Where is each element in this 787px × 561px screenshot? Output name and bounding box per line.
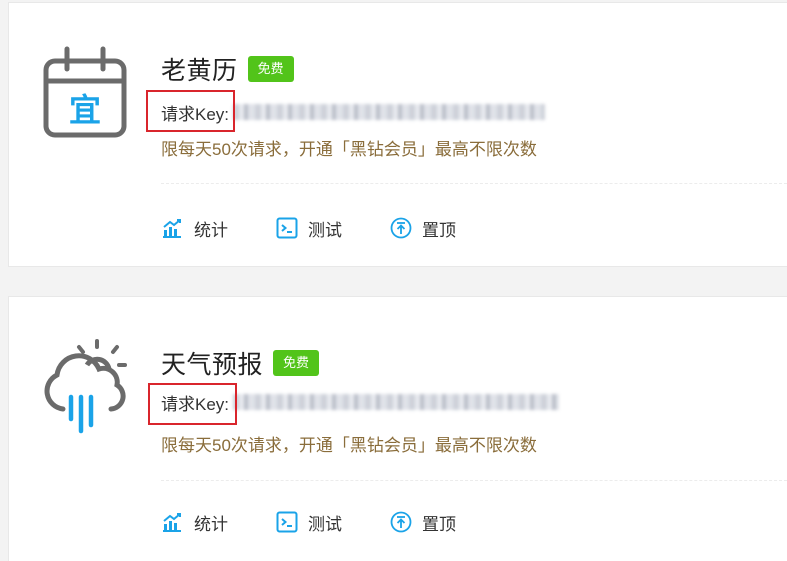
pin-top-arrow-icon: [390, 511, 412, 533]
request-key-row: 请求Key:: [161, 389, 560, 415]
api-actions: 统计 测试 置顶: [161, 215, 456, 241]
request-key-row: 请求Key:: [161, 99, 546, 125]
pin-label: 置顶: [422, 514, 456, 534]
api-title-row: 天气预报 免费: [161, 347, 320, 379]
request-key-label: 请求Key:: [161, 394, 230, 414]
limit-note: 限每天50次请求，开通「黑钻会员」最高不限次数: [161, 140, 537, 159]
api-title: 老黄历: [161, 57, 238, 85]
stats-chart-icon: [163, 513, 181, 532]
request-key-label: 请求Key:: [161, 104, 230, 124]
pin-top-arrow-icon: [390, 217, 412, 239]
api-card-almanac: 宜 老黄历 免费 请求Key: 限每天50次请求，开通「黑钻会员」最高不限次数: [8, 2, 787, 267]
test-label: 测试: [308, 220, 342, 240]
pin-to-top-button[interactable]: 置顶: [390, 216, 456, 241]
stats-button[interactable]: 统计: [161, 216, 228, 241]
pin-to-top-button[interactable]: 置顶: [390, 510, 456, 535]
weather-cloud-sun-rain-icon: [44, 339, 127, 434]
terminal-icon: [276, 217, 298, 239]
stats-button[interactable]: 统计: [161, 510, 228, 535]
stats-label: 统计: [194, 514, 228, 534]
almanac-calendar-icon: 宜: [43, 46, 127, 138]
pin-label: 置顶: [422, 220, 456, 240]
api-title-row: 老黄历 免费: [161, 53, 294, 85]
api-actions: 统计 测试 置顶: [161, 509, 456, 535]
test-button[interactable]: 测试: [276, 510, 342, 535]
almanac-char: 宜: [69, 91, 101, 129]
request-key-value-blurred[interactable]: [233, 104, 546, 120]
free-badge: 免费: [273, 350, 320, 376]
terminal-icon: [276, 511, 298, 533]
divider: [161, 183, 787, 184]
free-badge: 免费: [247, 56, 294, 82]
test-label: 测试: [308, 514, 342, 534]
stats-label: 统计: [194, 220, 228, 240]
api-list-page: 宜 老黄历 免费 请求Key: 限每天50次请求，开通「黑钻会员」最高不限次数: [0, 0, 787, 561]
test-button[interactable]: 测试: [276, 216, 342, 241]
api-title: 天气预报: [161, 351, 264, 379]
api-card-weather: 天气预报 免费 请求Key: 限每天50次请求，开通「黑钻会员」最高不限次数 统…: [8, 296, 787, 561]
stats-chart-icon: [163, 219, 181, 238]
limit-note: 限每天50次请求，开通「黑钻会员」最高不限次数: [161, 436, 537, 455]
request-key-value-blurred[interactable]: [233, 394, 560, 410]
divider: [161, 480, 787, 481]
